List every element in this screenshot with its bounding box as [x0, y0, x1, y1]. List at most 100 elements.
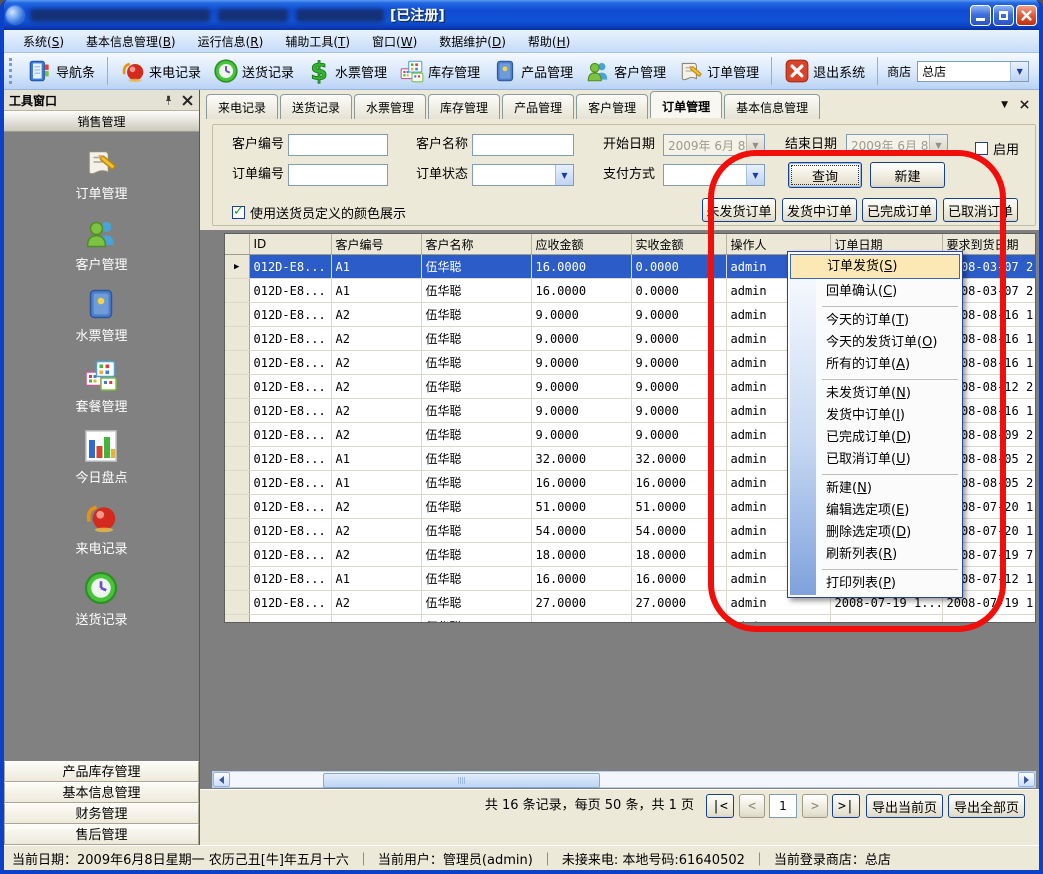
scroll-right-icon[interactable]: [1018, 772, 1035, 787]
menu-item[interactable]: 帮助(H): [517, 31, 581, 52]
export-all-pages-button[interactable]: 导出全部页: [948, 794, 1025, 818]
last-page-button[interactable]: >|: [832, 794, 860, 818]
close-panel-icon[interactable]: [181, 94, 194, 107]
first-page-button[interactable]: |<: [706, 794, 734, 818]
status-filter-button[interactable]: 发货中订单: [782, 198, 857, 222]
row-selector-cell[interactable]: [225, 591, 249, 615]
sidebar-section-header[interactable]: 基本信息管理: [4, 782, 199, 803]
context-menu-item[interactable]: 发货中订单(I): [790, 405, 960, 427]
toolbar-button[interactable]: 来电记录: [115, 56, 206, 86]
sidebar-item[interactable]: 客户管理: [75, 215, 127, 273]
context-menu-item[interactable]: 已完成订单(D): [790, 427, 960, 449]
scroll-left-icon[interactable]: [213, 772, 230, 787]
new-button[interactable]: 新建: [870, 162, 945, 188]
row-selector-cell[interactable]: [225, 423, 249, 447]
sidebar-section-header[interactable]: 财务管理: [4, 803, 199, 824]
sidebar-item[interactable]: 送货记录: [75, 570, 127, 628]
row-selector-cell[interactable]: [225, 327, 249, 351]
order-status-select[interactable]: ▼: [472, 164, 574, 186]
context-menu-item[interactable]: 编辑选定项(E): [790, 500, 960, 522]
shop-select[interactable]: 总店 ▼: [917, 61, 1029, 82]
toolbar-button[interactable]: 退出系统: [779, 56, 870, 86]
horizontal-scrollbar[interactable]: [212, 771, 1036, 788]
menu-item[interactable]: 数据维护(D): [428, 31, 517, 52]
scrollbar-thumb[interactable]: [323, 773, 600, 788]
tab-item[interactable]: 客户管理: [576, 94, 648, 119]
close-button[interactable]: [1016, 5, 1037, 26]
tab-item[interactable]: 产品管理: [502, 94, 574, 119]
customer-no-input[interactable]: [288, 134, 388, 156]
row-selector-cell[interactable]: [225, 615, 249, 624]
sidebar-item[interactable]: 水票管理: [75, 286, 127, 344]
pin-icon[interactable]: [162, 94, 175, 107]
row-selector-cell[interactable]: [225, 351, 249, 375]
row-selector-cell[interactable]: [225, 279, 249, 303]
chevron-down-icon[interactable]: ▼: [746, 135, 764, 155]
row-selector-cell[interactable]: [225, 447, 249, 471]
sidebar-section-header[interactable]: 售后管理: [4, 824, 199, 845]
tab-item[interactable]: 来电记录: [206, 94, 278, 119]
tab-item[interactable]: 送货记录: [280, 94, 352, 119]
query-button[interactable]: 查询: [788, 162, 862, 188]
status-filter-button[interactable]: 未发货订单: [702, 198, 776, 222]
context-menu-item[interactable]: 今天的订单(T): [790, 310, 960, 332]
status-filter-button[interactable]: 已取消订单: [943, 198, 1018, 222]
prev-page-button[interactable]: <: [739, 794, 765, 818]
context-menu-item[interactable]: 刷新列表(R): [790, 544, 960, 566]
chevron-down-icon[interactable]: ▼: [929, 135, 947, 155]
menu-item[interactable]: 窗口(W): [361, 31, 428, 52]
toolbar-button[interactable]: 送货记录: [208, 56, 299, 86]
column-header[interactable]: 客户名称: [421, 234, 531, 255]
order-no-input[interactable]: [288, 164, 388, 186]
column-header[interactable]: 应收金额: [531, 234, 631, 255]
tab-item[interactable]: 库存管理: [428, 94, 500, 119]
toolbar-button[interactable]: 导航条: [22, 56, 100, 86]
status-filter-button[interactable]: 已完成订单: [862, 198, 937, 222]
payment-select[interactable]: ▼: [663, 164, 765, 186]
menu-item[interactable]: 基本信息管理(B): [75, 31, 187, 52]
context-menu-item[interactable]: 未发货订单(N): [790, 383, 960, 405]
toolbar-button[interactable]: 客户管理: [580, 56, 671, 86]
chevron-down-icon[interactable]: ▼: [555, 165, 573, 185]
sidebar-section-sales[interactable]: 销售管理: [4, 111, 199, 132]
menu-item[interactable]: 运行信息(R): [187, 31, 275, 52]
toolbar-button[interactable]: $水票管理: [301, 56, 392, 86]
enable-checkbox[interactable]: [975, 142, 988, 155]
start-date-picker[interactable]: 2009年 6月 8日▼: [663, 134, 765, 156]
column-header[interactable]: 实收金额: [631, 234, 726, 255]
tab-item[interactable]: 基本信息管理: [724, 94, 820, 119]
context-menu-item[interactable]: 删除选定项(D): [790, 522, 960, 544]
row-selector-cell[interactable]: [225, 375, 249, 399]
context-menu-item[interactable]: 今天的发货订单(O): [790, 332, 960, 354]
next-page-button[interactable]: >: [802, 794, 828, 818]
row-selector-cell[interactable]: [225, 471, 249, 495]
context-menu-item[interactable]: 打印列表(P): [790, 573, 960, 595]
sidebar-item[interactable]: 套餐管理: [75, 357, 127, 415]
customer-name-input[interactable]: [472, 134, 574, 156]
maximize-button[interactable]: [993, 5, 1014, 26]
toolbar-button[interactable]: 订单管理: [673, 56, 764, 86]
context-menu-item[interactable]: 所有的订单(A): [790, 354, 960, 376]
row-selector-cell[interactable]: [225, 519, 249, 543]
chevron-down-icon[interactable]: ▼: [1010, 62, 1028, 81]
end-date-picker[interactable]: 2009年 6月 8日▼: [846, 134, 948, 156]
tab-item[interactable]: 水票管理: [354, 94, 426, 119]
deliveryman-color-checkbox[interactable]: [232, 206, 245, 219]
tab-active[interactable]: 订单管理: [650, 91, 722, 118]
row-selector-cell[interactable]: [225, 303, 249, 327]
column-header[interactable]: 客户编号: [331, 234, 421, 255]
sidebar-item[interactable]: 来电记录: [75, 499, 127, 557]
tab-close-icon[interactable]: [1020, 98, 1029, 112]
page-number-input[interactable]: [769, 794, 797, 818]
row-selector-cell[interactable]: [225, 495, 249, 519]
chevron-down-icon[interactable]: ▼: [746, 165, 764, 185]
toolbar-grip[interactable]: [9, 58, 16, 84]
table-row[interactable]: 012D-E8...A2伍华聪24.000024.0000admin2008-0…: [225, 615, 1036, 624]
sidebar-item[interactable]: 订单管理: [75, 144, 127, 202]
sidebar-item[interactable]: 今日盘点: [75, 428, 127, 486]
export-current-page-button[interactable]: 导出当前页: [866, 794, 943, 818]
toolbar-button[interactable]: 库存管理: [394, 56, 485, 86]
sidebar-section-header[interactable]: 产品库存管理: [4, 761, 199, 782]
context-menu-item[interactable]: 回单确认(C): [790, 281, 960, 303]
tab-scroll-icon[interactable]: ▼: [1001, 100, 1008, 110]
